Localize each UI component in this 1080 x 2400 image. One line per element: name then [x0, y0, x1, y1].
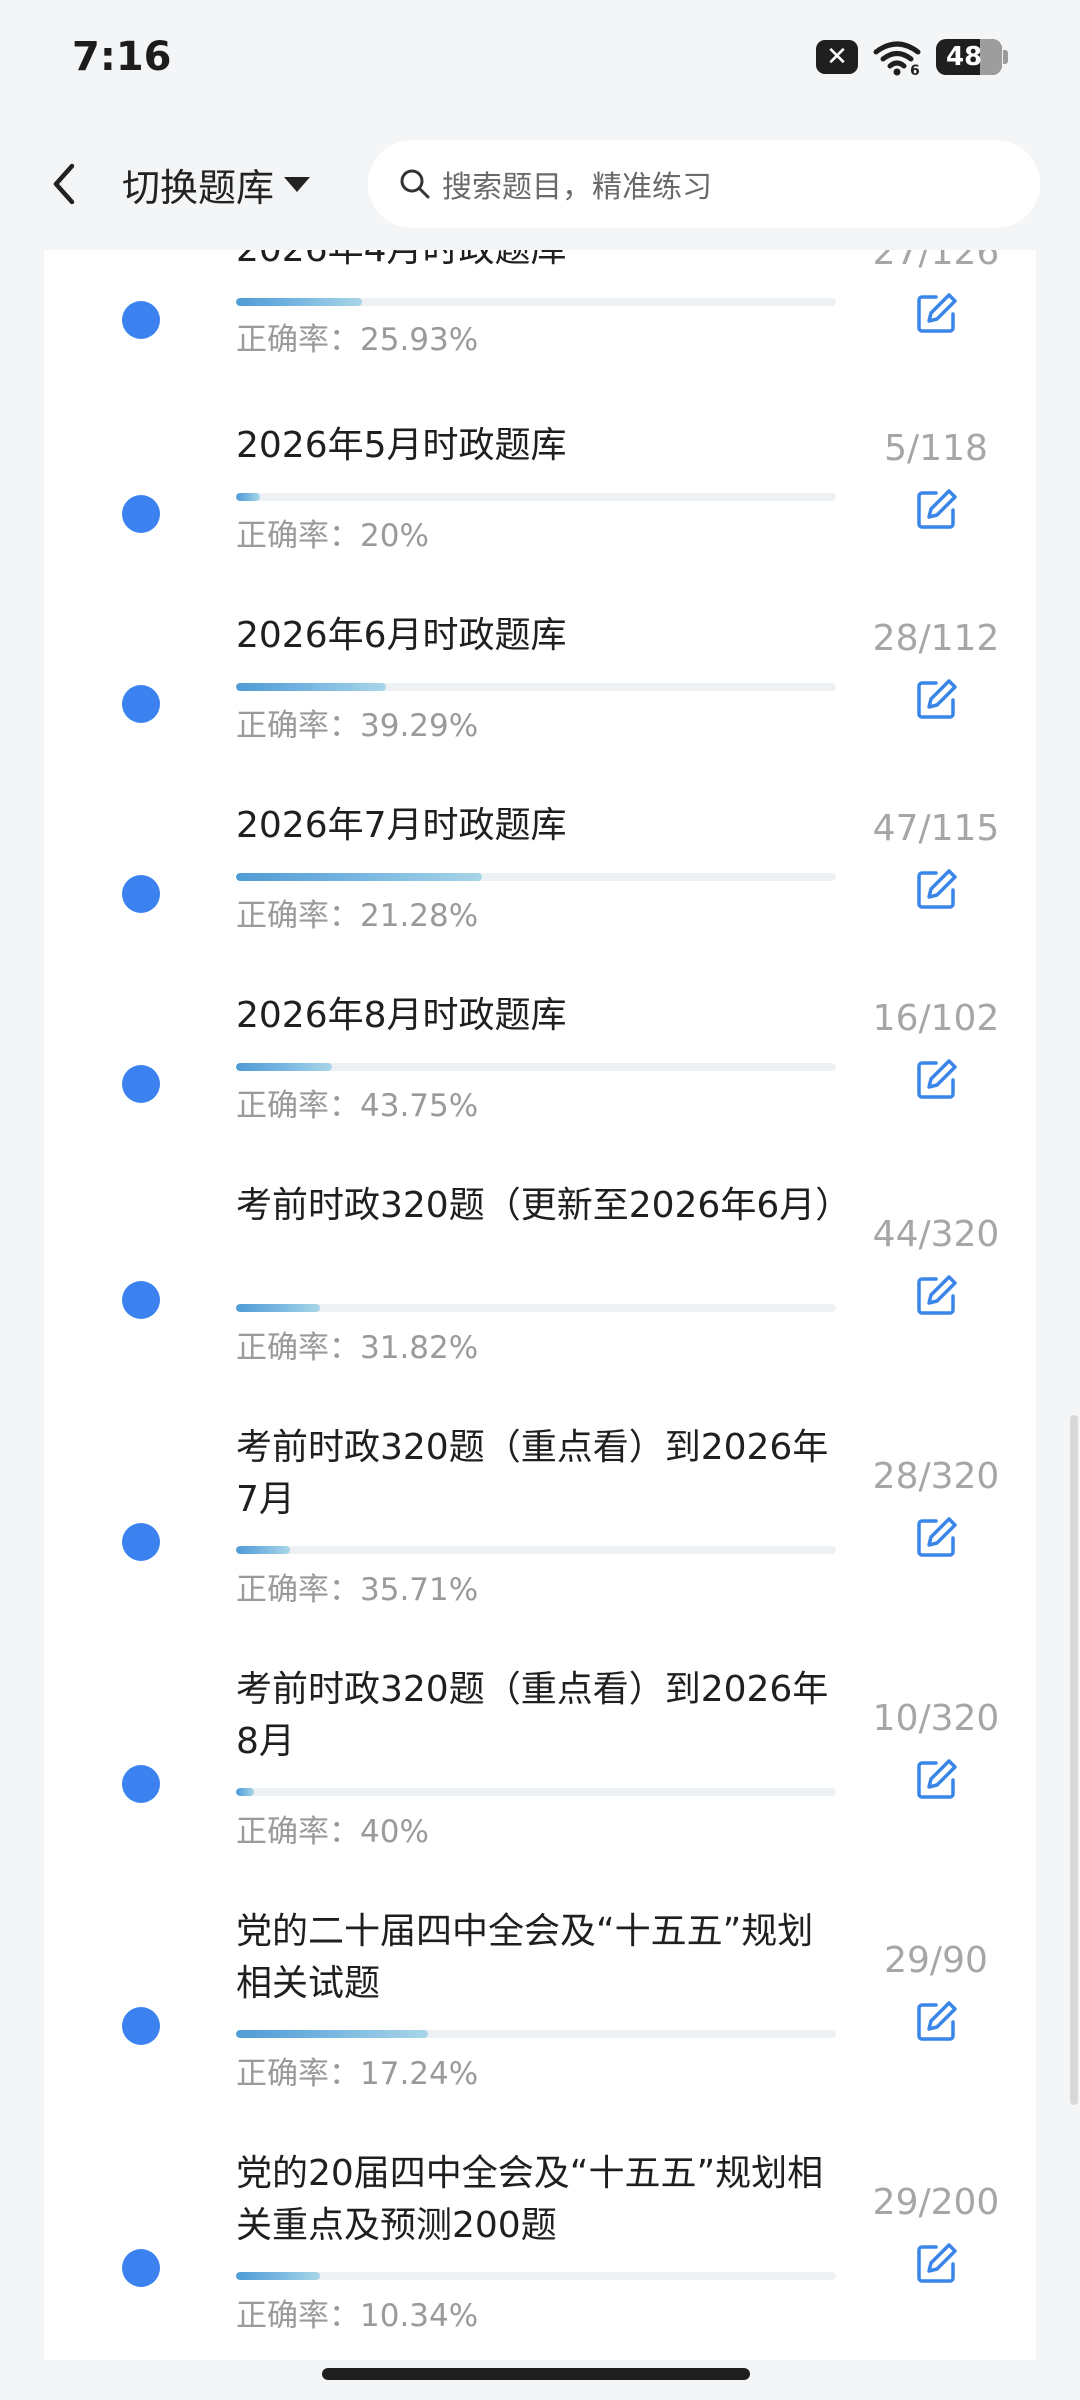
status-dot [122, 1765, 160, 1803]
progress-count: 27/126 [872, 250, 1000, 273]
progress-count: 28/320 [872, 1456, 1000, 1497]
switch-library-button[interactable]: 切换题库 [122, 158, 311, 210]
progress-count: 47/115 [872, 808, 1000, 849]
accuracy-rate: 正确率：21.28% [236, 898, 479, 934]
list-item[interactable]: 2026年5月时政题库 正确率：20% 5/118 [44, 420, 1036, 610]
status-time: 7:16 [72, 34, 172, 80]
accuracy-rate: 正确率：40% [236, 1814, 429, 1850]
edit-icon[interactable] [916, 1516, 958, 1558]
edit-icon[interactable] [916, 1058, 958, 1100]
accuracy-rate: 正确率：20% [236, 518, 429, 554]
accuracy-rate: 正确率：35.71% [236, 1572, 479, 1608]
status-dot [122, 2249, 160, 2287]
list-item[interactable]: 2026年7月时政题库 正确率：21.28% 47/115 [44, 800, 1036, 990]
list-item[interactable]: 考前时政320题（重点看）到2026年7月 正确率：35.71% 28/320 [44, 1422, 1036, 1664]
battery-level: 48 [946, 42, 983, 72]
list-item[interactable]: 党的二十届四中全会及“十五五”规划相关试题 正确率：17.24% 29/90 [44, 1906, 1036, 2148]
edit-icon[interactable] [916, 488, 958, 530]
item-title: 2026年5月时政题库 [236, 425, 567, 466]
accuracy-rate: 正确率：39.29% [236, 708, 479, 744]
search-icon [400, 169, 430, 199]
status-bar: 7:16 ✕ 6 48 [0, 0, 1080, 118]
list-item[interactable]: 2026年6月时政题库 正确率：39.29% 28/112 [44, 610, 1036, 800]
list-item[interactable]: 党的20届四中全会及“十五五”规划相关重点及预测200题 正确率：10.34% … [44, 2148, 1036, 2360]
edit-icon[interactable] [916, 1274, 958, 1316]
item-title: 党的20届四中全会及“十五五”规划相关重点及预测200题 [236, 2153, 824, 2246]
item-title: 2026年8月时政题库 [236, 995, 567, 1036]
home-indicator[interactable] [322, 2368, 750, 2380]
edit-icon[interactable] [916, 868, 958, 910]
progress-bar [236, 1788, 836, 1796]
progress-bar [236, 683, 836, 691]
list-item[interactable]: 2026年8月时政题库 正确率：43.75% 16/102 [44, 990, 1036, 1180]
accuracy-rate: 正确率：43.75% [236, 1088, 479, 1124]
item-title: 考前时政320题（重点看）到2026年8月 [236, 1669, 829, 1762]
header: 切换题库 搜索题目，精准练习 [0, 118, 1080, 250]
item-title: 2026年4月时政题库 [236, 250, 836, 276]
progress-bar [236, 493, 836, 501]
battery-icon: 48 [936, 39, 1008, 75]
progress-bar [236, 2272, 836, 2280]
status-dot [122, 1065, 160, 1103]
caret-down-icon [284, 176, 311, 192]
progress-bar [236, 1304, 836, 1312]
search-input[interactable]: 搜索题目，精准练习 [368, 140, 1040, 228]
list-item[interactable]: 考前时政320题（重点看）到2026年8月 正确率：40% 10/320 [44, 1664, 1036, 1906]
back-arrow-icon[interactable] [44, 158, 84, 210]
list-item[interactable]: 考前时政320题（更新至2026年6月） 正确率：31.82% 44/320 [44, 1180, 1036, 1422]
svg-text:6: 6 [910, 63, 920, 76]
progress-count: 5/118 [884, 428, 988, 469]
status-icons: ✕ 6 48 [816, 38, 1008, 76]
item-title: 考前时政320题（重点看）到2026年7月 [236, 1427, 829, 1520]
edit-icon[interactable] [916, 2242, 958, 2284]
progress-count: 28/112 [872, 618, 1000, 659]
item-title: 2026年7月时政题库 [236, 805, 567, 846]
status-dot [122, 301, 160, 339]
edit-icon[interactable] [916, 678, 958, 720]
progress-bar [236, 2030, 836, 2038]
edit-icon[interactable] [916, 2000, 958, 2042]
progress-bar [236, 1063, 836, 1071]
status-dot [122, 2007, 160, 2045]
status-dot [122, 875, 160, 913]
item-title: 考前时政320题（更新至2026年6月） [236, 1185, 852, 1226]
item-title: 2026年6月时政题库 [236, 615, 567, 656]
search-placeholder: 搜索题目，精准练习 [442, 170, 712, 205]
edit-icon[interactable] [916, 1758, 958, 1800]
accuracy-rate: 正确率：10.34% [236, 2298, 479, 2334]
progress-count: 16/102 [872, 998, 1000, 1039]
progress-bar [236, 873, 836, 881]
progress-count: 44/320 [872, 1214, 1000, 1255]
accuracy-rate: 正确率：25.93% [236, 322, 479, 358]
switch-library-label: 切换题库 [122, 165, 275, 210]
status-dot [122, 495, 160, 533]
scrollbar[interactable] [1070, 1415, 1078, 2105]
progress-count: 29/200 [872, 2182, 1000, 2223]
progress-count: 10/320 [872, 1698, 1000, 1739]
status-dot [122, 1523, 160, 1561]
question-bank-list: 2026年4月时政题库 正确率：25.93% 27/126 2026年5月时政题… [44, 250, 1036, 2360]
progress-count: 29/90 [884, 1940, 988, 1981]
progress-bar [236, 298, 836, 306]
wifi-icon: 6 [873, 41, 921, 76]
accuracy-rate: 正确率：17.24% [236, 2056, 479, 2092]
status-dot [122, 685, 160, 723]
item-title: 党的二十届四中全会及“十五五”规划相关试题 [236, 1911, 814, 2004]
sim-off-icon: ✕ [816, 40, 858, 74]
edit-icon[interactable] [916, 292, 958, 334]
status-dot [122, 1281, 160, 1319]
list-item[interactable]: 2026年4月时政题库 正确率：25.93% 27/126 [44, 250, 1036, 400]
accuracy-rate: 正确率：31.82% [236, 1330, 479, 1366]
progress-bar [236, 1546, 836, 1554]
